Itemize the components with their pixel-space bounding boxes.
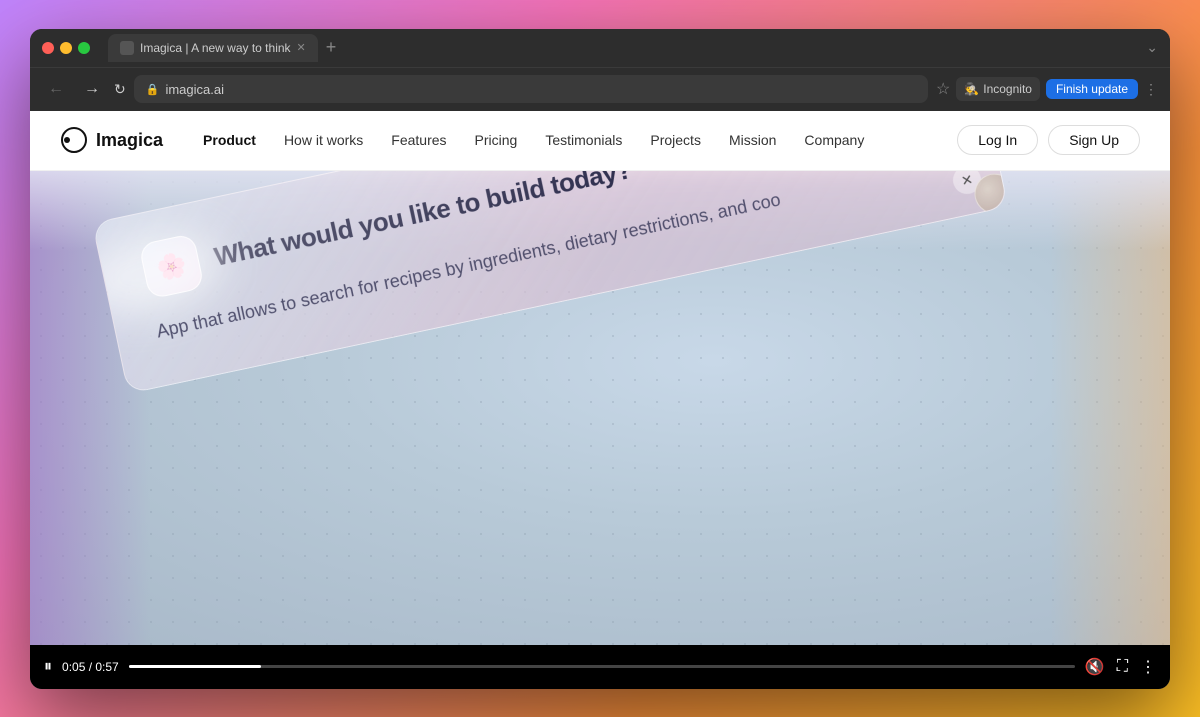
nav-links: Product How it works Features Pricing Te…: [203, 132, 957, 148]
nav-testimonials[interactable]: Testimonials: [545, 132, 622, 148]
address-bar[interactable]: 🔒 imagica.ai: [134, 75, 928, 103]
tab-area: Imagica | A new way to think ✕ +: [108, 34, 1138, 62]
incognito-label: Incognito: [983, 82, 1032, 96]
logo-area: Imagica: [60, 126, 163, 154]
title-bar-right: ⌄: [1146, 39, 1158, 56]
video-area: 🌸 What would you like to build today? Ap…: [30, 171, 1170, 689]
tab-close-icon[interactable]: ✕: [297, 41, 306, 54]
back-button[interactable]: ←: [42, 76, 70, 102]
more-options-icon[interactable]: ⋮: [1144, 81, 1158, 98]
bookmark-icon[interactable]: ☆: [936, 79, 950, 99]
nav-features[interactable]: Features: [391, 132, 446, 148]
video-content: 🌸 What would you like to build today? Ap…: [30, 171, 1170, 645]
title-bar: Imagica | A new way to think ✕ + ⌄: [30, 29, 1170, 67]
nav-mission[interactable]: Mission: [729, 132, 776, 148]
browser-window: Imagica | A new way to think ✕ + ⌄ ← → ↻…: [30, 29, 1170, 689]
signup-button[interactable]: Sign Up: [1048, 125, 1140, 155]
refresh-button[interactable]: ↻: [114, 81, 126, 98]
video-time: 0:05 / 0:57: [62, 660, 119, 674]
browser-tab[interactable]: Imagica | A new way to think ✕: [108, 34, 318, 62]
webpage: Imagica Product How it works Features Pr…: [30, 111, 1170, 689]
lock-icon: 🔒: [146, 83, 160, 96]
site-navigation: Imagica Product How it works Features Pr…: [30, 111, 1170, 171]
logo-text: Imagica: [96, 130, 163, 151]
maximize-button[interactable]: [78, 42, 90, 54]
tab-title: Imagica | A new way to think: [140, 41, 291, 55]
video-progress-bar[interactable]: [129, 665, 1075, 668]
incognito-icon: 🕵: [964, 82, 979, 96]
nav-company[interactable]: Company: [804, 132, 864, 148]
incognito-badge: 🕵 Incognito: [956, 77, 1040, 101]
new-tab-button[interactable]: +: [326, 37, 337, 58]
window-arrow-icon: ⌄: [1146, 39, 1158, 56]
close-button[interactable]: [42, 42, 54, 54]
mute-button[interactable]: 🔇: [1085, 657, 1105, 677]
video-controls-bar: ⏸ 0:05 / 0:57 🔇 ⛶ ⋮: [30, 645, 1170, 689]
login-button[interactable]: Log In: [957, 125, 1038, 155]
url-text: imagica.ai: [165, 82, 224, 97]
more-options-button[interactable]: ⋮: [1140, 657, 1156, 677]
video-progress-fill: [129, 665, 261, 668]
toolbar: ← → ↻ 🔒 imagica.ai ☆ 🕵 Incognito Finish …: [30, 67, 1170, 111]
finish-update-button[interactable]: Finish update: [1046, 79, 1138, 99]
minimize-button[interactable]: [60, 42, 72, 54]
nav-how-it-works[interactable]: How it works: [284, 132, 363, 148]
fullscreen-button[interactable]: ⛶: [1117, 658, 1128, 676]
nav-auth-buttons: Log In Sign Up: [957, 125, 1140, 155]
pause-button[interactable]: ⏸: [44, 658, 52, 676]
traffic-lights: [42, 42, 90, 54]
toolbar-right: ☆ 🕵 Incognito Finish update ⋮: [936, 77, 1158, 101]
tab-favicon: [120, 41, 134, 55]
nav-projects[interactable]: Projects: [650, 132, 701, 148]
nav-pricing[interactable]: Pricing: [475, 132, 518, 148]
nav-product[interactable]: Product: [203, 132, 256, 148]
video-controls-right: 🔇 ⛶ ⋮: [1085, 657, 1156, 677]
logo-icon: [60, 126, 88, 154]
forward-button[interactable]: →: [78, 76, 106, 102]
